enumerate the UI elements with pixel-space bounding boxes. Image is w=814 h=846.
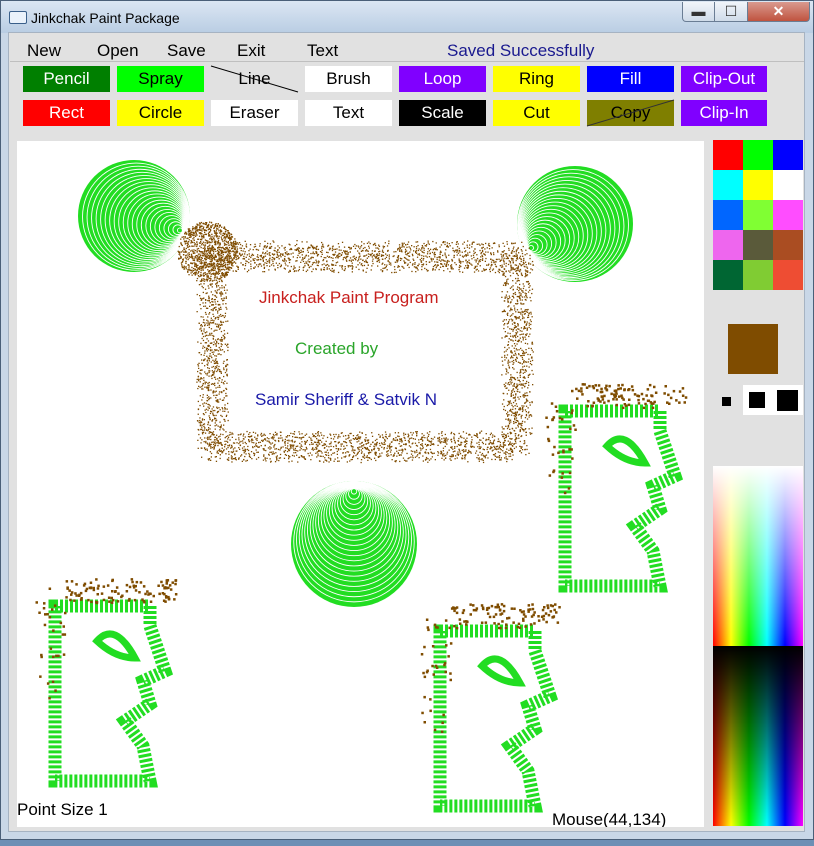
menu-open[interactable]: Open bbox=[97, 41, 139, 61]
tool-ring-button[interactable]: Ring bbox=[493, 66, 580, 92]
point-size-large[interactable] bbox=[777, 390, 798, 411]
canvas-text-line: Samir Sheriff & Satvik N bbox=[255, 390, 437, 409]
mouse-position-readout: Mouse(44,134) bbox=[552, 810, 667, 827]
app-icon bbox=[9, 11, 27, 24]
spray-frame-bottom bbox=[305, 431, 337, 463]
close-button[interactable]: ✕ bbox=[747, 2, 810, 22]
tool-scale-button[interactable]: Scale bbox=[399, 100, 486, 126]
spray-frame-left bbox=[197, 381, 228, 409]
spray-frame-left bbox=[197, 390, 229, 419]
spray-frame-top bbox=[269, 245, 298, 272]
spray-frame-right bbox=[505, 355, 532, 388]
spray-frame-right bbox=[503, 391, 533, 422]
spray-frame-top bbox=[347, 242, 378, 273]
palette-swatch[interactable] bbox=[743, 170, 773, 200]
menu-text[interactable]: Text bbox=[307, 41, 338, 61]
spray-frame-bottom bbox=[328, 432, 360, 463]
spray-frame-bottom bbox=[388, 431, 419, 463]
status-message: Saved Successfully bbox=[447, 41, 595, 60]
tool-clip-out-button[interactable]: Clip-Out bbox=[681, 66, 767, 92]
tool-rect-button[interactable]: Rect bbox=[23, 100, 110, 126]
menu-new[interactable]: New bbox=[27, 41, 61, 61]
palette-swatch[interactable] bbox=[773, 170, 803, 200]
title-bar[interactable]: Jinkchak Paint Package ▬ ☐ ✕ bbox=[1, 1, 813, 33]
menu-bar: New Open Save Exit Text Saved Successful… bbox=[10, 37, 804, 61]
tool-fill-button[interactable]: Fill bbox=[587, 66, 674, 92]
minimize-button[interactable]: ▬ bbox=[682, 2, 715, 22]
palette-swatch[interactable] bbox=[743, 230, 773, 260]
spray-frame-bottom bbox=[443, 431, 472, 460]
spray-frame-right bbox=[501, 361, 534, 392]
palette-swatch[interactable] bbox=[773, 230, 803, 260]
face-drawing-bottom bbox=[420, 603, 561, 813]
spray-sphere-center bbox=[291, 480, 417, 607]
face-drawing-left bbox=[35, 578, 178, 788]
spray-frame-bottom bbox=[380, 432, 407, 462]
spray-frame-right bbox=[507, 403, 529, 435]
spray-frame-top bbox=[461, 241, 488, 272]
spray-frame-bottom bbox=[242, 431, 270, 462]
spray-frame-top bbox=[406, 241, 436, 271]
tool-spray-button[interactable]: Spray bbox=[117, 66, 204, 92]
spray-frame-bottom bbox=[313, 434, 339, 462]
point-size-small[interactable] bbox=[722, 397, 731, 406]
window-title: Jinkchak Paint Package bbox=[31, 10, 180, 26]
spray-frame-bottom bbox=[326, 433, 355, 462]
tool-copy-button[interactable]: Copy bbox=[587, 100, 674, 126]
spray-frame-right bbox=[501, 385, 530, 417]
maximize-button[interactable]: ☐ bbox=[714, 2, 748, 22]
palette-swatch[interactable] bbox=[713, 170, 743, 200]
spray-frame-bottom bbox=[269, 432, 297, 463]
palette-swatch[interactable] bbox=[773, 140, 803, 170]
tool-pencil-button[interactable]: Pencil bbox=[23, 66, 110, 92]
spray-sphere-top-left bbox=[78, 160, 191, 272]
spray-frame-left bbox=[199, 423, 227, 453]
palette-swatch[interactable] bbox=[743, 200, 773, 230]
palette-swatch[interactable] bbox=[713, 230, 743, 260]
drawing-canvas[interactable]: Jinkchak Paint Program Created by Samir Sh… bbox=[17, 141, 704, 827]
face-drawing-right bbox=[545, 383, 688, 593]
hue-gradient-light[interactable] bbox=[713, 466, 803, 646]
current-color-swatch bbox=[728, 324, 778, 374]
spray-frame-bottom bbox=[383, 432, 411, 463]
tool-loop-button[interactable]: Loop bbox=[399, 66, 486, 92]
tool-text-button[interactable]: Text bbox=[305, 100, 392, 126]
spray-frame-right bbox=[506, 325, 533, 356]
palette-swatch[interactable] bbox=[713, 200, 743, 230]
hue-gradient-dark[interactable] bbox=[713, 646, 803, 826]
point-size-medium[interactable] bbox=[749, 392, 765, 408]
tool-line-button[interactable]: Line bbox=[211, 66, 298, 92]
point-size-readout: Point Size 1 bbox=[17, 800, 108, 819]
menu-exit[interactable]: Exit bbox=[237, 41, 265, 61]
menu-save[interactable]: Save bbox=[167, 41, 206, 61]
spray-sphere-top-right bbox=[517, 166, 633, 282]
menu-divider bbox=[10, 61, 804, 62]
tool-brush-button[interactable]: Brush bbox=[305, 66, 392, 92]
palette-swatch[interactable] bbox=[773, 260, 803, 290]
spray-frame-left bbox=[203, 386, 228, 417]
palette-swatch[interactable] bbox=[773, 200, 803, 230]
tool-circle-button[interactable]: Circle bbox=[117, 100, 204, 126]
spray-frame-top bbox=[334, 244, 364, 273]
palette-swatch[interactable] bbox=[743, 140, 773, 170]
canvas-text-line: Jinkchak Paint Program bbox=[259, 288, 439, 307]
palette-swatch[interactable] bbox=[713, 260, 743, 290]
tool-eraser-button[interactable]: Eraser bbox=[211, 100, 298, 126]
canvas-artwork: Jinkchak Paint Program Created by Samir Sh… bbox=[35, 160, 688, 813]
spray-frame-bottom bbox=[493, 433, 522, 463]
canvas-text-line: Created by bbox=[295, 339, 379, 358]
palette-swatch[interactable] bbox=[743, 260, 773, 290]
spray-frame-top bbox=[251, 245, 280, 273]
palette-swatch[interactable] bbox=[713, 140, 743, 170]
tool-cut-button[interactable]: Cut bbox=[493, 100, 580, 126]
tool-clip-in-button[interactable]: Clip-In bbox=[681, 100, 767, 126]
spray-frame-left bbox=[197, 332, 229, 363]
spray-frame-bottom bbox=[197, 431, 229, 462]
